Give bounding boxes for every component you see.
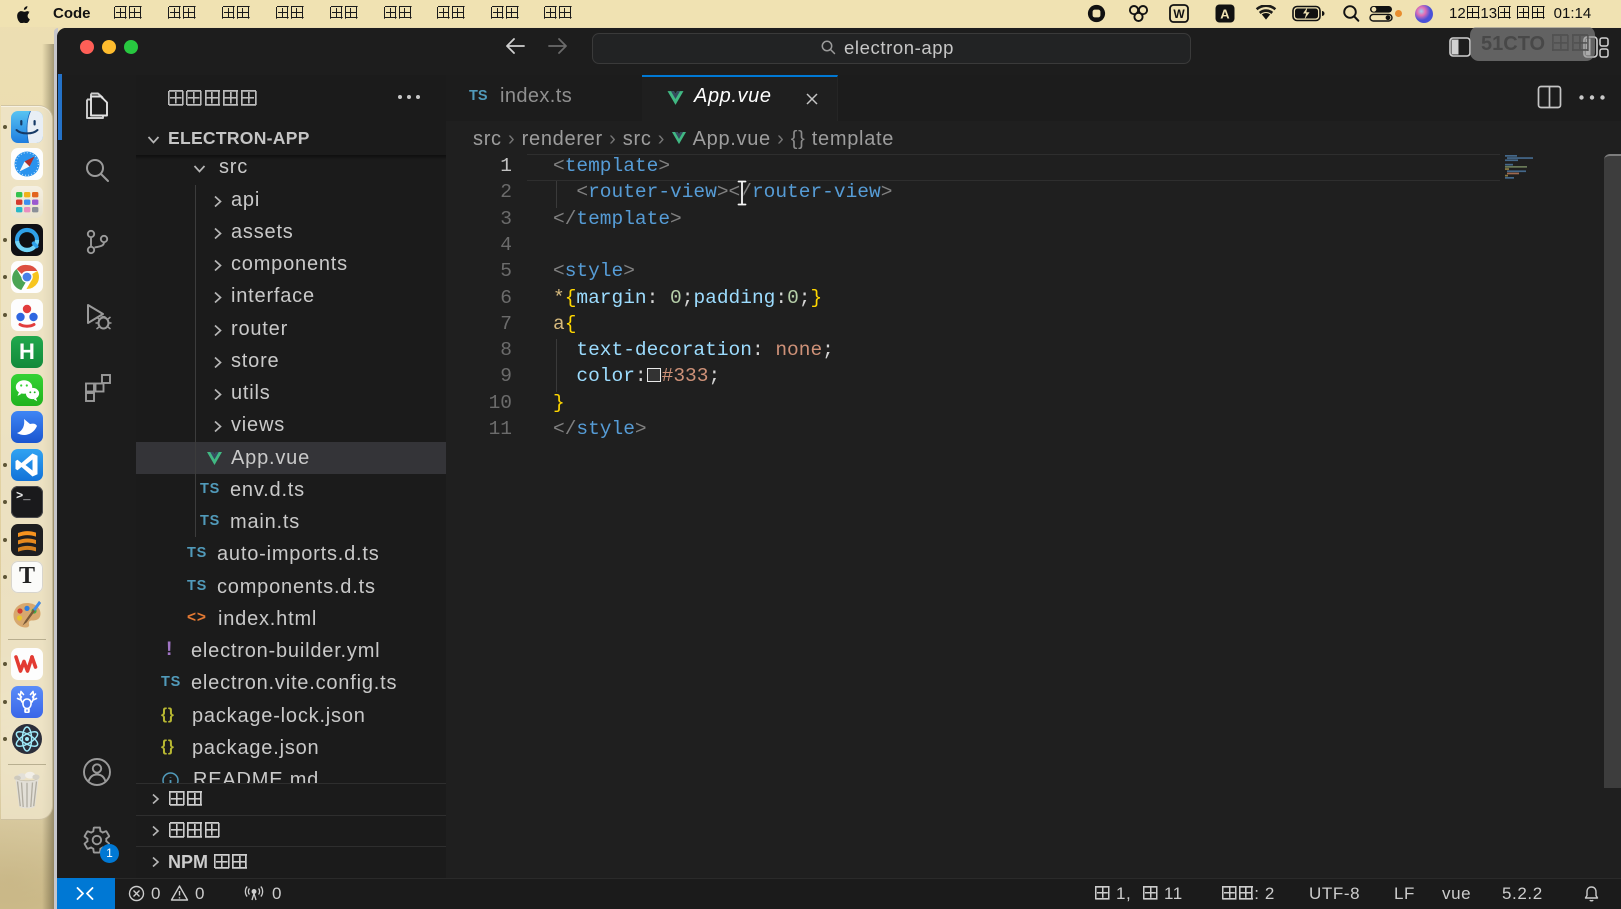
svg-text:W: W [1173, 7, 1185, 21]
svg-text:A: A [1220, 7, 1230, 22]
